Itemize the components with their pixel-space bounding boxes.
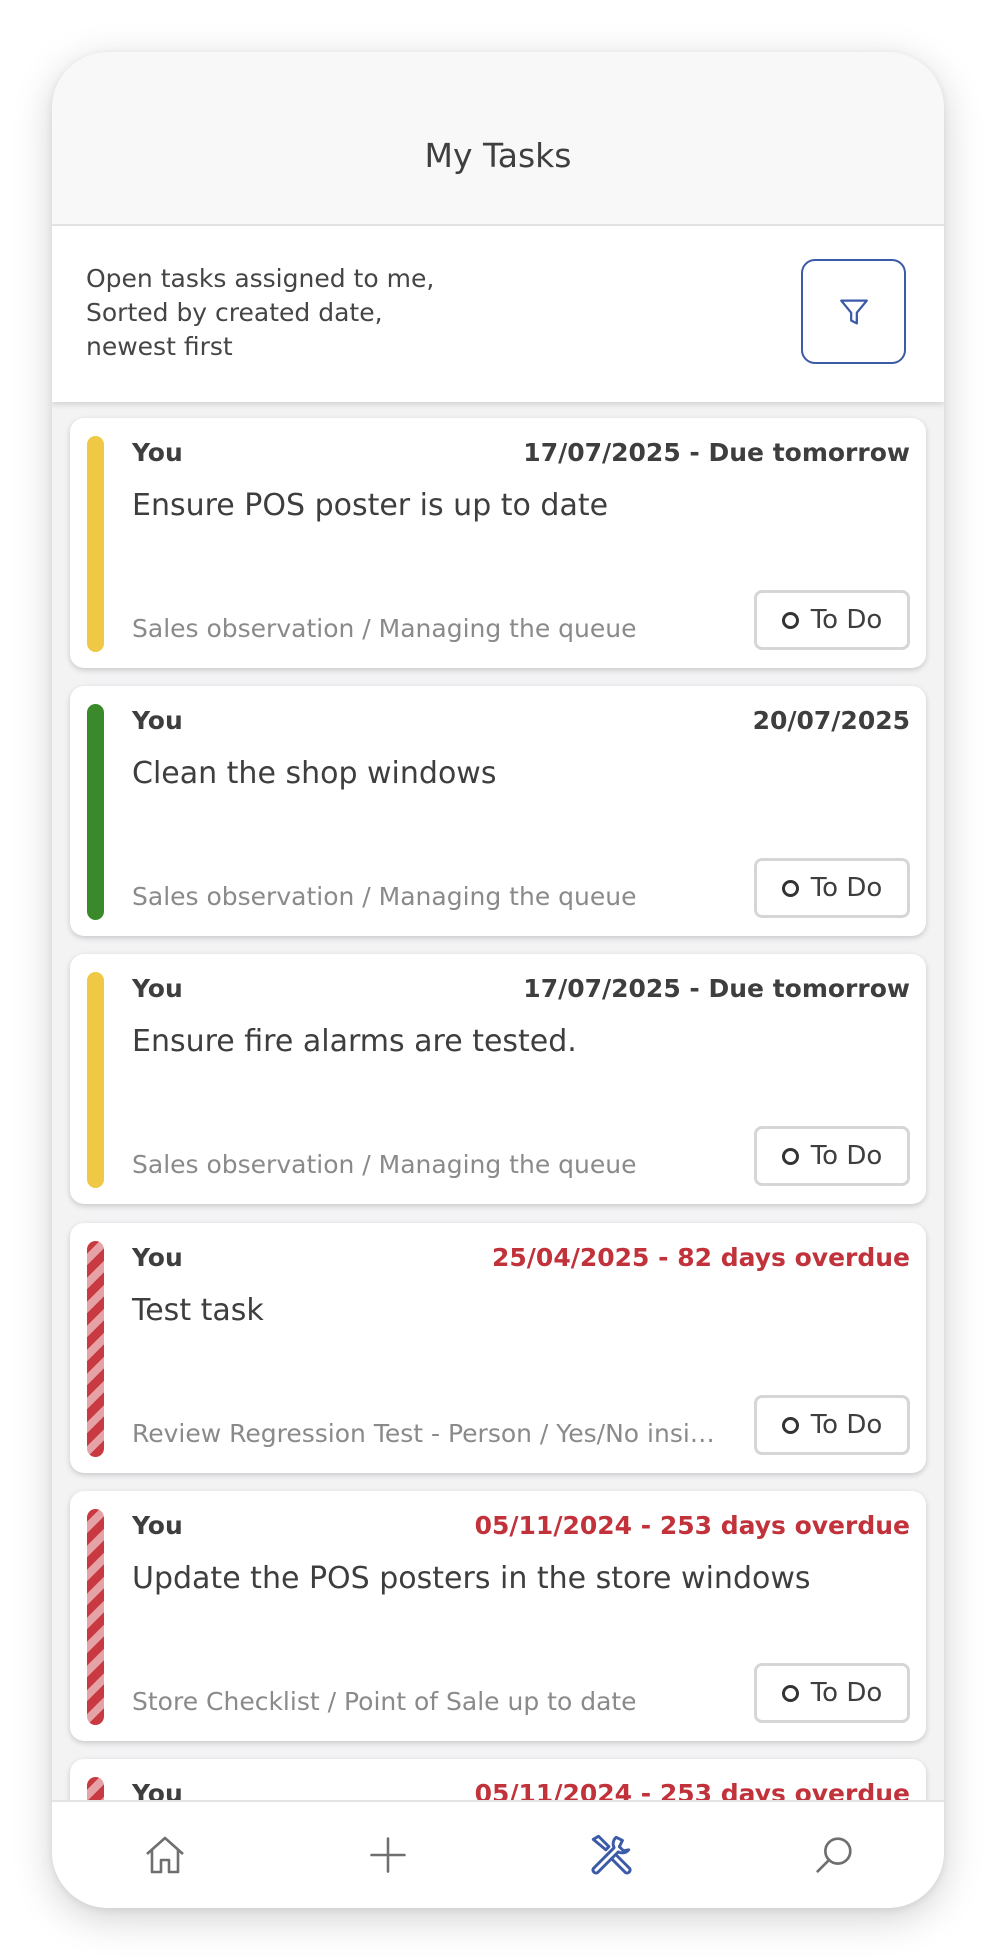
status-label: To Do [810, 1410, 883, 1440]
task-due-date: 17/07/2025 - Due tomorrow [523, 974, 910, 1003]
task-breadcrumb: Sales observation / Managing the queue [132, 882, 637, 911]
priority-bar [87, 1241, 104, 1457]
task-assignee: You [132, 438, 183, 467]
bottom-navigation [52, 1800, 944, 1908]
task-card[interactable]: You 17/07/2025 - Due tomorrow Ensure POS… [70, 418, 926, 668]
nav-search[interactable] [807, 1828, 861, 1882]
status-circle-icon [781, 611, 799, 629]
status-button[interactable]: To Do [754, 1395, 910, 1455]
status-label: To Do [810, 873, 883, 903]
task-breadcrumb: Sales observation / Managing the queue [132, 1150, 637, 1179]
nav-tasks[interactable] [584, 1828, 638, 1882]
task-card[interactable]: You 20/07/2025 Clean the shop windows Sa… [70, 686, 926, 936]
filter-description: Open tasks assigned to me, Sorted by cre… [86, 262, 434, 364]
status-circle-icon [781, 1416, 799, 1434]
status-circle-icon [781, 879, 799, 897]
task-due-date: 20/07/2025 [752, 706, 910, 735]
task-breadcrumb: Store Checklist / Point of Sale up to da… [132, 1687, 637, 1716]
filter-icon [839, 299, 868, 324]
status-label: To Do [810, 1141, 883, 1171]
status-label: To Do [810, 605, 883, 635]
app-header: My Tasks [52, 52, 944, 226]
tools-icon [591, 1834, 632, 1875]
status-label: To Do [810, 1678, 883, 1708]
filter-description-line: Sorted by created date, [86, 298, 383, 327]
task-card[interactable]: You 05/11/2024 - 253 days overdue Update… [70, 1491, 926, 1741]
task-assignee: You [132, 1243, 183, 1272]
nav-add[interactable] [361, 1828, 415, 1882]
task-breadcrumb: Review Regression Test - Person / Yes/No… [132, 1419, 724, 1448]
priority-bar [87, 704, 104, 920]
status-circle-icon [781, 1147, 799, 1165]
task-due-date: 17/07/2025 - Due tomorrow [523, 438, 910, 467]
task-title: Clean the shop windows [132, 756, 497, 791]
nav-home[interactable] [138, 1828, 192, 1882]
task-assignee: You [132, 706, 183, 735]
task-card[interactable]: You 17/07/2025 - Due tomorrow Ensure fir… [70, 954, 926, 1204]
filter-button[interactable] [801, 259, 906, 364]
task-assignee: You [132, 1511, 183, 1540]
status-button[interactable]: To Do [754, 1663, 910, 1723]
search-icon [816, 1837, 852, 1873]
priority-bar [87, 1509, 104, 1725]
task-title: Ensure POS poster is up to date [132, 488, 609, 523]
status-button[interactable]: To Do [754, 590, 910, 650]
task-list: You 17/07/2025 - Due tomorrow Ensure POS… [52, 402, 944, 1852]
filter-description-line: Open tasks assigned to me, [86, 264, 435, 293]
status-button[interactable]: To Do [754, 858, 910, 918]
task-title: Update the POS posters in the store wind… [132, 1561, 811, 1596]
task-assignee: You [132, 974, 183, 1003]
phone-frame: My Tasks Open tasks assigned to me, Sort… [52, 52, 944, 1908]
task-breadcrumb: Sales observation / Managing the queue [132, 614, 637, 643]
task-due-date: 25/04/2025 - 82 days overdue [492, 1243, 910, 1272]
filter-bar: Open tasks assigned to me, Sorted by cre… [52, 226, 944, 402]
page-title: My Tasks [424, 136, 572, 175]
status-button[interactable]: To Do [754, 1126, 910, 1186]
task-title: Ensure fire alarms are tested. [132, 1024, 577, 1059]
task-title: Test task [132, 1293, 264, 1328]
plus-icon [370, 1837, 406, 1873]
home-icon [146, 1836, 184, 1874]
task-due-date: 05/11/2024 - 253 days overdue [474, 1511, 910, 1540]
status-circle-icon [781, 1684, 799, 1702]
priority-bar [87, 972, 104, 1188]
filter-description-line: newest first [86, 332, 233, 361]
task-card[interactable]: You 25/04/2025 - 82 days overdue Test ta… [70, 1223, 926, 1473]
priority-bar [87, 436, 104, 652]
